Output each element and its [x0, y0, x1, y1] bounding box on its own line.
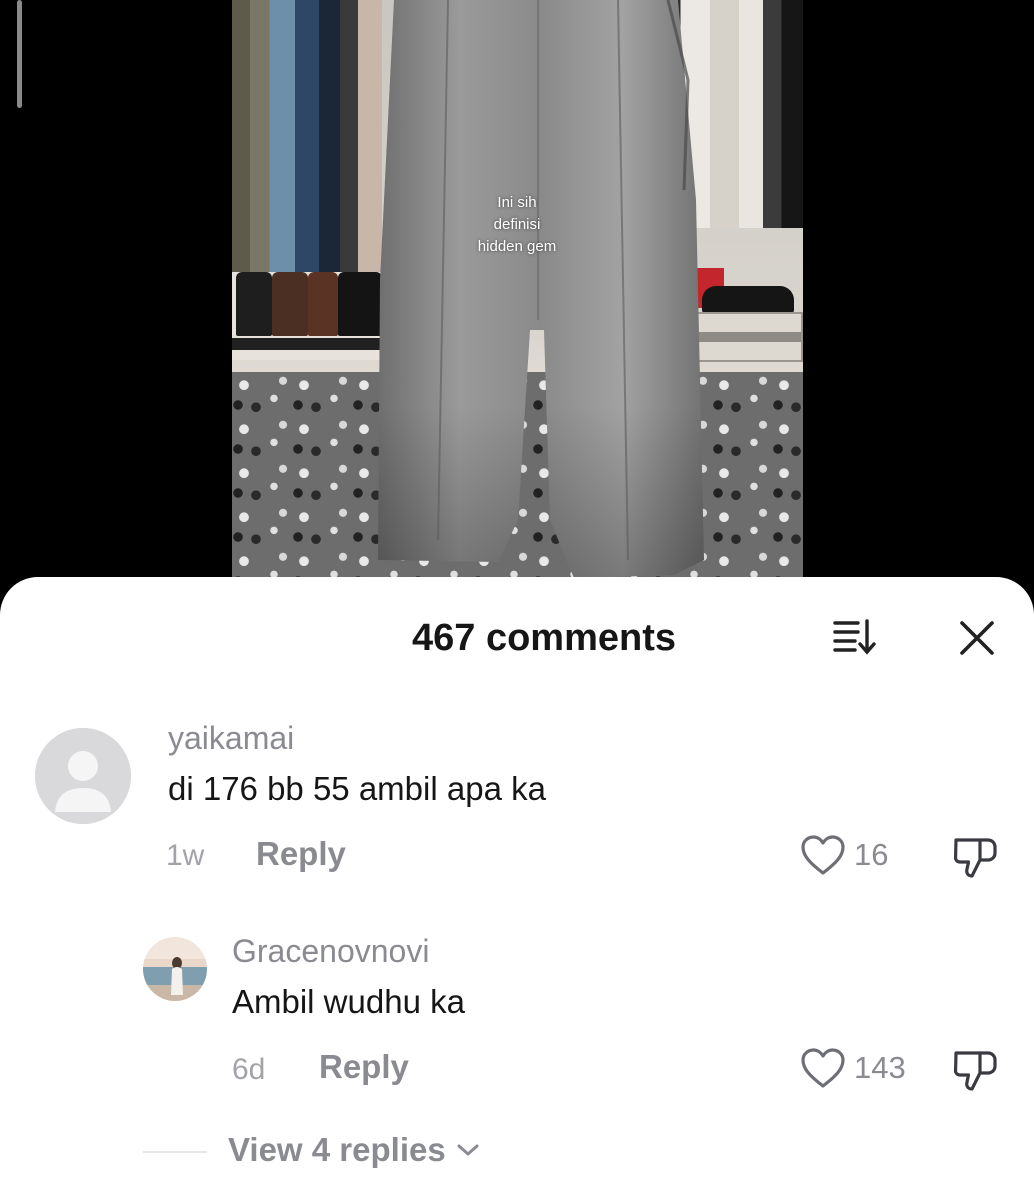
beach-photo-avatar	[143, 937, 207, 1001]
thumbs-down-icon	[953, 838, 997, 878]
comment-text: Ambil wudhu ka	[232, 983, 465, 1020]
black-shoes	[702, 286, 794, 314]
like-button[interactable]: 16	[800, 834, 888, 876]
like-button[interactable]: 143	[800, 1047, 906, 1089]
view-replies-button[interactable]: View 4 replies	[228, 1131, 480, 1169]
comment-time: 6d	[232, 1053, 266, 1086]
scroll-indicator	[17, 0, 22, 108]
video-player[interactable]: Ini sih definisi hidden gem	[0, 0, 1034, 600]
comment-time: 1w	[166, 839, 205, 872]
heart-icon	[801, 1048, 845, 1088]
chevron-down-icon	[457, 1144, 479, 1156]
avatar[interactable]	[143, 937, 207, 1001]
comment-item: yaikamai di 176 bb 55 ambil apa ka 1w Re…	[0, 577, 1034, 897]
comment-text: di 176 bb 55 ambil apa ka	[168, 770, 546, 807]
video-frame: Ini sih definisi hidden gem	[232, 0, 803, 600]
thumbs-down-icon	[953, 1051, 997, 1091]
like-count: 143	[854, 1050, 906, 1085]
dislike-button[interactable]	[950, 832, 1000, 882]
closet-left	[232, 0, 382, 272]
view-replies-label: View 4 replies	[228, 1131, 446, 1168]
shoe	[272, 272, 308, 336]
reply-button[interactable]: Reply	[319, 1048, 409, 1086]
video-caption: Ini sih definisi hidden gem	[477, 194, 557, 255]
dislike-button[interactable]	[950, 1045, 1000, 1095]
heart-icon	[801, 835, 845, 875]
like-count: 16	[854, 837, 889, 872]
avatar[interactable]	[35, 728, 131, 824]
shoe	[308, 272, 338, 336]
comment-username[interactable]: yaikamai	[168, 720, 294, 757]
replies-divider	[143, 1151, 207, 1153]
shoe	[338, 272, 382, 336]
shoe	[236, 272, 272, 336]
comment-username[interactable]: Gracenovnovi	[232, 933, 429, 970]
shoe-shelf	[232, 338, 382, 350]
default-avatar-icon	[35, 728, 131, 824]
wide-leg-trousers	[378, 0, 704, 578]
comments-sheet: 467 comments yaikamai di 176 bb 55 ambil…	[0, 577, 1034, 1200]
reply-button[interactable]: Reply	[256, 835, 346, 873]
comment-item: Gracenovnovi Ambil wudhu ka 6d Reply 143	[0, 917, 1034, 1117]
